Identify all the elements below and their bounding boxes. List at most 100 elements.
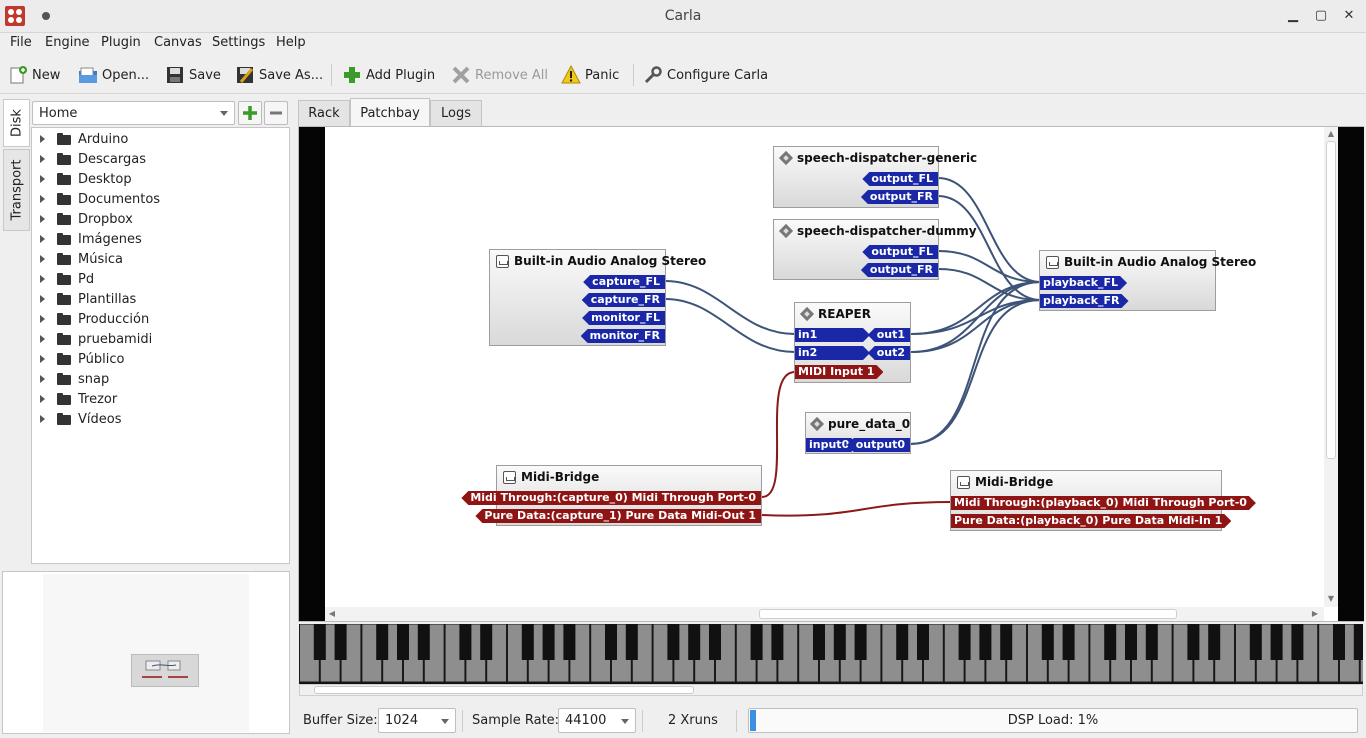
chevron-right-icon[interactable] [40, 395, 45, 403]
chevron-right-icon[interactable] [40, 315, 45, 323]
port-capture-fr[interactable]: capture_FR [581, 293, 665, 307]
port-output-fl[interactable]: output_FL [862, 245, 938, 259]
piano-black-key[interactable] [625, 624, 638, 660]
piano-black-key[interactable] [979, 624, 992, 660]
piano-black-key[interactable] [1145, 624, 1158, 660]
tree-item[interactable]: Descargas [32, 149, 289, 169]
piano-black-key[interactable] [1208, 624, 1221, 660]
new-button[interactable]: New [8, 64, 60, 86]
chevron-right-icon[interactable] [40, 355, 45, 363]
piano-black-key[interactable] [1041, 624, 1054, 660]
chevron-right-icon[interactable] [40, 275, 45, 283]
chevron-right-icon[interactable] [40, 375, 45, 383]
piano-black-key[interactable] [750, 624, 763, 660]
piano-black-key[interactable] [459, 624, 472, 660]
tree-item[interactable]: Documentos [32, 189, 289, 209]
piano-black-key[interactable] [896, 624, 909, 660]
piano-black-key[interactable] [813, 624, 825, 660]
scrollbar-thumb[interactable] [759, 609, 1177, 619]
port-capture-fl[interactable]: capture_FL [583, 275, 665, 289]
scroll-right-icon[interactable]: ▶ [1310, 609, 1320, 619]
port-output0[interactable]: output0 [846, 438, 910, 452]
tree-item[interactable]: Música [32, 249, 289, 269]
port-midi-through-playback[interactable]: Midi Through:(playback_0) Midi Through P… [951, 496, 1256, 510]
tree-item[interactable]: snap [32, 369, 289, 389]
port-out1[interactable]: out1 [867, 328, 910, 342]
piano-black-key[interactable] [605, 624, 617, 660]
node-midi-bridge-inputs[interactable]: Midi-Bridge Midi Through:(playback_0) Mi… [950, 470, 1222, 531]
port-monitor-fl[interactable]: monitor_FL [582, 311, 665, 325]
tree-item[interactable]: Producción [32, 309, 289, 329]
tree-item[interactable]: Plantillas [32, 289, 289, 309]
tab-rack[interactable]: Rack [298, 100, 350, 126]
scroll-left-icon[interactable]: ◀ [327, 609, 337, 619]
scroll-down-icon[interactable]: ▼ [1326, 594, 1336, 604]
chevron-right-icon[interactable] [40, 195, 45, 203]
piano-black-key[interactable] [854, 624, 867, 660]
open-button[interactable]: Open... [78, 64, 149, 86]
menu-file[interactable]: File [10, 35, 32, 50]
piano-black-key[interactable] [1249, 624, 1262, 660]
piano-black-key[interactable] [1104, 624, 1117, 660]
tab-disk[interactable]: Disk [3, 99, 30, 147]
node-built-in-audio-capture[interactable]: Built-in Audio Analog Stereo capture_FL … [489, 249, 706, 346]
canvas-horizontal-scrollbar[interactable]: ◀ ▶ [325, 607, 1324, 621]
tab-transport[interactable]: Transport [3, 149, 30, 231]
chevron-right-icon[interactable] [40, 335, 45, 343]
keyboard-scrollbar[interactable] [299, 684, 1363, 696]
node-built-in-audio-playback[interactable]: Built-in Audio Analog Stereo playback_FL… [1039, 250, 1256, 311]
piano-black-key[interactable] [917, 624, 929, 660]
chevron-right-icon[interactable] [40, 295, 45, 303]
tree-item[interactable]: Desktop [32, 169, 289, 189]
piano-keys[interactable] [299, 624, 1363, 684]
maximize-icon[interactable]: ▢ [1313, 8, 1329, 24]
buffer-size-select[interactable]: 1024 [378, 708, 456, 733]
piano-black-key[interactable] [833, 624, 846, 660]
save-button[interactable]: Save [165, 64, 221, 86]
piano-keyboard[interactable] [299, 624, 1363, 684]
scrollbar-thumb[interactable] [1326, 141, 1336, 459]
piano-black-key[interactable] [417, 624, 430, 660]
chevron-right-icon[interactable] [40, 135, 45, 143]
xruns-count[interactable]: 2 Xruns [668, 713, 718, 728]
sample-rate-select[interactable]: 44100 [558, 708, 636, 733]
piano-black-key[interactable] [667, 624, 680, 660]
patchbay-canvas[interactable]: speech-dispatcher-generic output_FL outp… [298, 126, 1364, 622]
canvas-vertical-scrollbar[interactable]: ▲ ▼ [1324, 127, 1338, 607]
port-playback-fl[interactable]: playback_FL [1040, 276, 1127, 290]
piano-black-key[interactable] [334, 624, 347, 660]
piano-black-key[interactable] [1062, 624, 1075, 660]
tree-item[interactable]: pruebamidi [32, 329, 289, 349]
chevron-right-icon[interactable] [40, 215, 45, 223]
add-location-button[interactable] [238, 101, 262, 125]
node-reaper[interactable]: REAPER in1 in2 out1 out2 MIDI Input 1 [794, 302, 911, 383]
port-midi-input-1[interactable]: MIDI Input 1 [795, 365, 883, 379]
port-playback-fr[interactable]: playback_FR [1040, 294, 1129, 308]
save-as-button[interactable]: Save As... [235, 64, 323, 86]
chevron-right-icon[interactable] [40, 415, 45, 423]
menu-plugin[interactable]: Plugin [101, 35, 141, 50]
scrollbar-thumb[interactable] [314, 686, 694, 694]
port-output-fr[interactable]: output_FR [860, 190, 938, 204]
piano-black-key[interactable] [397, 624, 409, 660]
chevron-right-icon[interactable] [40, 255, 45, 263]
scroll-up-icon[interactable]: ▲ [1326, 129, 1336, 139]
port-monitor-fr[interactable]: monitor_FR [580, 329, 665, 343]
tab-logs[interactable]: Logs [430, 100, 482, 126]
piano-black-key[interactable] [1353, 624, 1363, 660]
piano-black-key[interactable] [688, 624, 701, 660]
piano-black-key[interactable] [563, 624, 576, 660]
piano-black-key[interactable] [521, 624, 534, 660]
minimize-icon[interactable]: ▁ [1285, 8, 1301, 24]
port-out2[interactable]: out2 [867, 346, 910, 360]
add-plugin-button[interactable]: Add Plugin [342, 64, 435, 86]
piano-black-key[interactable] [771, 624, 784, 660]
port-output-fr[interactable]: output_FR [860, 263, 938, 277]
remove-all-button[interactable]: Remove All [451, 64, 548, 86]
menu-settings[interactable]: Settings [212, 35, 265, 50]
piano-black-key[interactable] [1187, 624, 1200, 660]
tree-item[interactable]: Arduino [32, 129, 289, 149]
configure-carla-button[interactable]: Configure Carla [643, 64, 768, 86]
port-in1[interactable]: in1 [795, 328, 870, 342]
port-pure-data-midi-out[interactable]: Pure Data:(capture_1) Pure Data Midi-Out… [475, 509, 761, 523]
